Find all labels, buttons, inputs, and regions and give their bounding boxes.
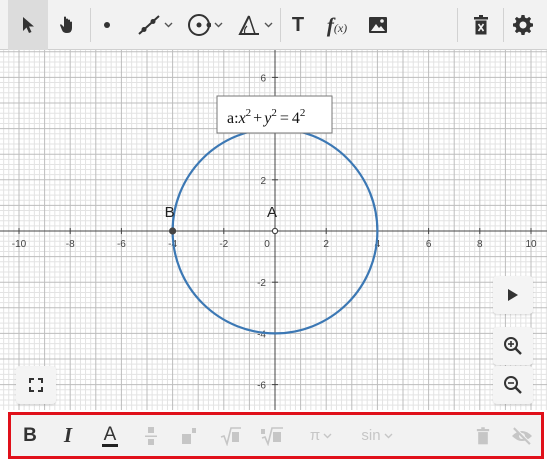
function-tool-button[interactable]: f(x) — [318, 0, 356, 50]
equation-label-text: a:x2 + y2 = 42 — [227, 107, 305, 127]
angle-icon — [238, 15, 259, 35]
circle-center-point-icon — [188, 14, 211, 36]
square-root-button[interactable] — [217, 415, 245, 456]
function-icon-label: f — [326, 12, 334, 37]
move-tool-button[interactable] — [8, 0, 48, 50]
segment-icon — [138, 15, 160, 35]
superscript-button[interactable] — [177, 415, 201, 456]
point-label-a: A — [267, 204, 277, 221]
play-icon — [508, 289, 518, 301]
toolbar-separator — [457, 8, 458, 42]
pan-tool-button[interactable] — [48, 0, 86, 50]
chevron-down-icon — [264, 22, 273, 28]
function-icon: f(x) — [327, 13, 347, 38]
gear-icon — [513, 15, 533, 35]
points-layer: AB — [165, 204, 279, 235]
chevron-down-icon — [323, 433, 332, 438]
bold-label: B — [23, 424, 37, 446]
toolbar: T f(x) — [0, 0, 547, 50]
square-root-icon — [220, 426, 241, 446]
x-tick-label: 2 — [323, 239, 329, 250]
zoom-out-icon — [504, 376, 522, 394]
hide-object-button[interactable] — [507, 415, 537, 456]
trash-x-icon — [474, 15, 488, 35]
image-icon — [369, 17, 387, 33]
x-tick-label: -6 — [117, 239, 126, 250]
toolbar-separator — [280, 8, 281, 42]
y-tick-label: -6 — [257, 381, 266, 392]
x-tick-label: 0 — [264, 239, 270, 250]
pi-label: π — [309, 427, 321, 444]
arrow-pointer-icon — [23, 17, 34, 33]
text-color-button[interactable]: A — [95, 415, 125, 456]
graphing-canvas[interactable]: -10-8-6-4-20246810 642-2-4-6 a:x2+y2=42 … — [0, 50, 547, 410]
point-tool-button[interactable] — [92, 0, 122, 50]
equation-label-box[interactable]: a:x2 + y2 = 42 — [216, 95, 333, 134]
image-tool-button[interactable] — [362, 0, 394, 50]
text-icon: T — [291, 13, 305, 36]
nth-root-button[interactable] — [257, 415, 287, 456]
bold-button[interactable]: B — [17, 415, 43, 456]
superscript-icon — [182, 427, 196, 444]
trash-icon — [476, 426, 490, 444]
eye-slash-icon — [512, 426, 532, 445]
x-tick-label: 6 — [426, 239, 432, 250]
fullscreen-icon — [29, 378, 43, 392]
sin-label: sin — [361, 427, 381, 444]
hand-icon — [60, 16, 72, 33]
point-b[interactable] — [169, 227, 177, 235]
toolbar-separator — [90, 8, 91, 42]
point-a[interactable] — [271, 227, 279, 235]
play-button[interactable] — [493, 276, 533, 314]
zoom-out-button[interactable] — [493, 366, 533, 404]
point-icon — [104, 22, 110, 28]
function-icon-sub: (x) — [333, 20, 348, 35]
style-bar: B I A π sin — [8, 412, 544, 459]
angle-tool-button[interactable] — [234, 0, 276, 50]
italic-label: I — [63, 423, 73, 447]
settings-button[interactable] — [505, 0, 541, 50]
y-tick-label: 2 — [260, 176, 266, 187]
text-tool-button[interactable]: T — [284, 0, 312, 50]
x-tick-label: -10 — [12, 239, 27, 250]
nth-root-icon — [261, 426, 283, 446]
x-tick-label: 10 — [525, 239, 537, 250]
x-tick-label: -2 — [219, 239, 228, 250]
sin-menu-button[interactable]: sin — [353, 415, 401, 456]
y-tick-label: 6 — [260, 73, 266, 84]
circle-tool-button[interactable] — [184, 0, 226, 50]
graph-svg[interactable]: -10-8-6-4-20246810 642-2-4-6 a:x2+y2=42 … — [0, 50, 547, 410]
delete-selection-button[interactable] — [471, 415, 495, 456]
zoom-in-icon — [504, 337, 522, 355]
toolbar-separator — [503, 8, 504, 42]
fraction-icon — [145, 426, 157, 445]
delete-tool-button[interactable] — [462, 0, 500, 50]
fraction-button[interactable] — [139, 415, 163, 456]
chevron-down-icon — [384, 433, 393, 438]
pi-menu-button[interactable]: π — [301, 415, 341, 456]
x-tick-label: -8 — [66, 239, 75, 250]
x-tick-label: 8 — [477, 239, 483, 250]
italic-button[interactable]: I — [55, 415, 81, 456]
y-tick-label: -2 — [257, 278, 266, 289]
fullscreen-button[interactable] — [16, 366, 56, 404]
chevron-down-icon — [214, 22, 223, 28]
line-tool-button[interactable] — [132, 0, 178, 50]
text-color-label: A — [101, 423, 119, 447]
zoom-in-button[interactable] — [493, 327, 533, 365]
point-label-b: B — [165, 204, 175, 221]
chevron-down-icon — [164, 22, 173, 28]
